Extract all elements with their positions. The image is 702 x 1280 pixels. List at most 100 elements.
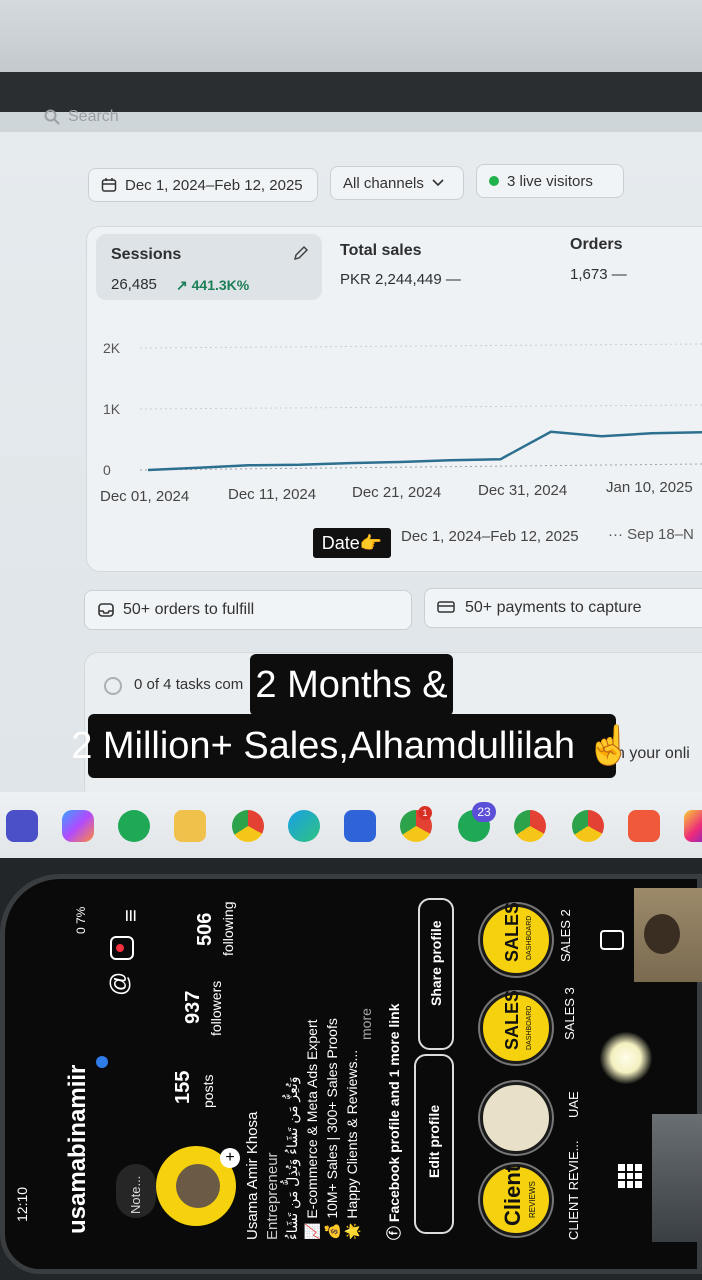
following-label[interactable]: following xyxy=(220,902,236,956)
x-tick-2: Dec 21, 2024 xyxy=(352,484,441,501)
x-tick-4: Jan 10, 2025 xyxy=(606,479,693,496)
channel-filter[interactable]: All channels xyxy=(330,166,464,200)
y-tick-1k: 1K xyxy=(103,401,121,417)
profile-username: usamabinamiir xyxy=(64,1064,91,1234)
grid-tab-icon[interactable] xyxy=(618,1164,642,1188)
photo: { "colors":{"accent_green":"#1c7f57","li… xyxy=(0,0,702,1280)
bio-line-1: وَتُعِزُّ مَن تَشَاءُ وَتُذِلُّ مَن تَشَ… xyxy=(284,1076,300,1240)
threads-icon[interactable]: @ xyxy=(106,972,134,996)
add-story-icon[interactable]: + xyxy=(220,1148,240,1168)
highlight-sales2-sub: DASHBOARD xyxy=(526,915,533,960)
post-thumbnail-1[interactable] xyxy=(634,888,702,982)
date-range-picker[interactable]: Dec 1, 2024–Feb 12, 2025 xyxy=(88,168,318,202)
bio-line-3: 💰 10M+ Sales | 300+ Sales Proofs xyxy=(324,1018,340,1240)
whatsapp-icon[interactable] xyxy=(118,810,150,842)
pencil-icon[interactable] xyxy=(292,244,310,262)
post-thumbnail-2[interactable] xyxy=(652,1114,702,1242)
date-range-label: Dec 1, 2024–Feb 12, 2025 xyxy=(125,176,303,194)
copilot-icon[interactable] xyxy=(62,810,94,842)
profile-category: Entrepreneur xyxy=(264,1152,281,1240)
inbox-icon xyxy=(98,603,114,617)
highlight-sales2-cover: SALES xyxy=(502,901,522,962)
y-tick-0: 0 xyxy=(103,462,111,478)
highlight-sales3-sub: DASHBOARD xyxy=(526,1005,533,1050)
metric-sessions-label: Sessions xyxy=(111,246,182,263)
live-dot-icon xyxy=(489,176,499,186)
legend-compare-range: ··· Sep 18–N xyxy=(608,526,694,543)
profile-name: Usama Amir Khosa xyxy=(244,1111,261,1240)
chrome-icon[interactable] xyxy=(232,810,264,842)
sessions-series-line xyxy=(147,430,702,472)
following-count[interactable]: 506 xyxy=(194,913,217,946)
instagram-icon[interactable] xyxy=(684,810,702,842)
whatsapp-badge: 23 xyxy=(472,802,496,822)
x-tick-0: Dec 01, 2024 xyxy=(100,488,189,505)
payments-to-capture-label: 50+ payments to capture xyxy=(465,599,642,616)
highlight-uae[interactable] xyxy=(480,1082,552,1154)
chrome-icon-2[interactable] xyxy=(514,810,546,842)
metric-sessions-value: 26,485 xyxy=(111,276,157,293)
x-tick-3: Dec 31, 2024 xyxy=(478,482,567,499)
downloader-icon[interactable] xyxy=(628,810,660,842)
chrome-icon-3[interactable] xyxy=(572,810,604,842)
highlight-sales3-cover: SALES xyxy=(502,989,522,1050)
posts-count: 155 xyxy=(172,1070,194,1104)
metric-orders-value: 1,673 — xyxy=(570,266,627,283)
monitor-bezel xyxy=(0,0,702,72)
payments-to-capture-button[interactable]: 50+ payments to capture xyxy=(424,588,702,628)
share-profile-label: Share profile xyxy=(428,920,444,1006)
highlight-client-cover: Client xyxy=(500,1164,525,1226)
orders-to-fulfill-button[interactable]: 50+ orders to fulfill xyxy=(84,590,412,630)
chevron-down-icon xyxy=(432,179,444,187)
edge-icon[interactable] xyxy=(288,810,320,842)
live-visitors-pill[interactable]: 3 live visitors xyxy=(476,164,624,198)
note-label: Note... xyxy=(128,1175,143,1214)
verified-icon xyxy=(96,1056,108,1068)
phone-time: 12:10 xyxy=(14,1186,30,1222)
followers-label[interactable]: followers xyxy=(208,981,224,1036)
gridline-2k xyxy=(139,343,702,349)
metric-total-sales-label: Total sales xyxy=(340,242,422,259)
caption-line-2: 2 Million+ Sales,Alhamdullilah ☝️ xyxy=(71,714,633,778)
search-label: Search xyxy=(68,108,119,125)
metric-orders-label: Orders xyxy=(570,236,623,253)
followers-count[interactable]: 937 xyxy=(182,991,205,1024)
metric-sessions-trend: ↗ 441.3K% xyxy=(176,277,250,293)
posts-label: posts xyxy=(200,1074,216,1108)
tasks-progress-label: 0 of 4 tasks com xyxy=(134,676,244,693)
task-circle-icon xyxy=(104,677,122,695)
bio-line-2: 📈 E-commerce & Meta Ads Expert xyxy=(304,1019,320,1241)
notification-dot xyxy=(116,944,124,952)
highlight-label-sales3: SALES 3 xyxy=(562,987,577,1040)
sessions-line-chart: 2K 1K 0 Dec 01, 2024 Dec 11, 2024 Dec 21… xyxy=(100,340,702,505)
light-glare xyxy=(600,1032,652,1084)
bio-links[interactable]: ⓕ Facebook profile and 1 more link xyxy=(384,1004,404,1241)
search-icon xyxy=(44,109,60,125)
orders-to-fulfill-label: 50+ orders to fulfill xyxy=(123,601,255,618)
highlight-client-sub: REVIEWS xyxy=(528,1181,537,1218)
date-legend-badge: Date👉 xyxy=(313,528,391,558)
teams-icon[interactable] xyxy=(6,810,38,842)
metric-total-sales-value: PKR 2,244,449 — xyxy=(340,271,461,288)
tagged-tab-icon[interactable] xyxy=(600,930,624,950)
search-field[interactable]: Search xyxy=(44,104,344,130)
highlight-label-client: CLIENT REVIE... xyxy=(566,1140,581,1240)
post-portrait xyxy=(644,914,680,954)
live-visitors-label: 3 live visitors xyxy=(507,172,593,190)
channel-filter-label: All channels xyxy=(343,174,424,192)
gridline-1k xyxy=(139,404,702,410)
legend-primary-range: Dec 1, 2024–Feb 12, 2025 xyxy=(401,528,579,545)
y-tick-2k: 2K xyxy=(103,340,121,356)
x-tick-1: Dec 11, 2024 xyxy=(228,486,316,503)
file-explorer-icon[interactable] xyxy=(174,810,206,842)
menu-icon[interactable]: ≡ xyxy=(118,909,144,922)
bio-more-link[interactable]: more xyxy=(358,1008,374,1040)
chrome-badge: 1 xyxy=(418,806,432,820)
payment-icon xyxy=(437,601,455,613)
bio-line-4: 🌟 Happy Clients & Reviews... xyxy=(344,1049,360,1240)
store-icon[interactable] xyxy=(344,810,376,842)
calendar-icon xyxy=(101,178,117,192)
highlight-label-uae: UAE xyxy=(566,1091,581,1118)
avatar-portrait xyxy=(176,1164,220,1208)
edit-profile-label: Edit profile xyxy=(426,1104,442,1178)
